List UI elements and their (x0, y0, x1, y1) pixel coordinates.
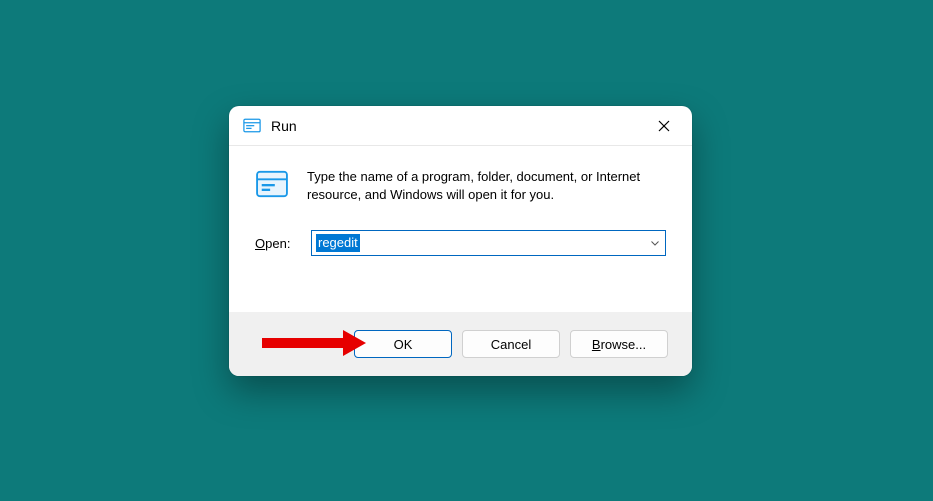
ok-button[interactable]: OK (354, 330, 452, 358)
close-button[interactable] (644, 110, 684, 142)
run-body-icon (255, 170, 289, 198)
run-dialog: Run Type the name of a program, folder, … (229, 106, 692, 376)
cancel-button[interactable]: Cancel (462, 330, 560, 358)
open-label: Open: (255, 236, 297, 251)
open-input[interactable]: regedit (312, 231, 645, 255)
dialog-body: Type the name of a program, folder, docu… (229, 146, 692, 312)
dialog-message: Type the name of a program, folder, docu… (307, 168, 666, 204)
open-input-value: regedit (316, 234, 360, 252)
titlebar: Run (229, 106, 692, 146)
combobox-dropdown-button[interactable] (645, 231, 665, 255)
open-row: Open: regedit (255, 230, 666, 256)
message-row: Type the name of a program, folder, docu… (255, 168, 666, 204)
run-title-icon (243, 118, 261, 133)
dialog-title: Run (271, 118, 644, 134)
chevron-down-icon (651, 241, 659, 246)
open-combobox[interactable]: regedit (311, 230, 666, 256)
close-icon (658, 120, 670, 132)
dialog-footer: OK Cancel Browse... (229, 312, 692, 376)
browse-button[interactable]: Browse... (570, 330, 668, 358)
